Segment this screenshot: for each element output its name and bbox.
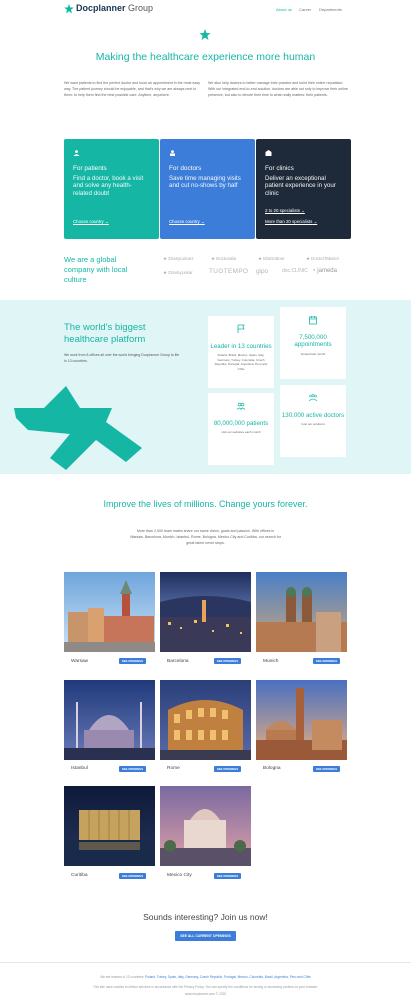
card-title: For clinics xyxy=(265,165,294,172)
hero-title: Making the healthcare experience more hu… xyxy=(95,51,316,63)
docplanner-logo-icon xyxy=(64,4,74,14)
see-openings-istanbul-button[interactable]: SEE OPENINGS xyxy=(119,766,146,772)
see-openings-bologna-button[interactable]: SEE OPENINGS xyxy=(313,766,340,772)
stat-patients: 80,000,000 patients visit our websites e… xyxy=(208,393,274,465)
nav-departments[interactable]: Departments xyxy=(319,7,342,12)
stat-note: booked last month xyxy=(300,351,326,356)
city-photo-istanbul[interactable] xyxy=(64,680,155,760)
card-for-clinics[interactable]: For clinics Deliver an exceptional patie… xyxy=(256,139,351,239)
card-for-patients[interactable]: For patients Find a doctor, book a visit… xyxy=(64,139,159,239)
stat-countries: Leader in 13 countries Poland, Brazil, M… xyxy=(208,316,274,388)
clinic-icon xyxy=(265,150,272,156)
city-name-munich: Munich xyxy=(263,659,279,664)
stat-value: 130,000 active doctors xyxy=(281,412,345,419)
nav-career[interactable]: Career xyxy=(299,7,311,12)
city-name-istanbul: Istanbul xyxy=(71,766,88,771)
logo-znamylekar: ★ ZnamyLekar xyxy=(163,270,193,275)
card-desc: Deliver an exceptional patient experienc… xyxy=(265,175,336,197)
platform-title: The world's biggest healthcare platform xyxy=(64,322,146,346)
careers-title: Improve the lives of millions. Change yo… xyxy=(103,499,308,509)
city-name-curitiba: Curitiba xyxy=(71,873,88,878)
patients-icon xyxy=(236,402,246,411)
global-company-title: We are a global company with local cultu… xyxy=(64,255,128,284)
city-photo-rome[interactable] xyxy=(160,680,251,760)
city-photo-curitiba[interactable] xyxy=(64,786,155,866)
footer-divider xyxy=(0,962,411,963)
choose-country-link[interactable]: Choose country ⌄ xyxy=(73,219,109,225)
footer-countries-links[interactable]: Poland, Turkey, Spain, Italy, Germany, C… xyxy=(145,975,311,979)
logo-znanylekarz: ★ ZnanyLekarz xyxy=(163,256,194,261)
see-openings-warsaw-button[interactable]: SEE OPENINGS xyxy=(119,658,146,664)
city-name-bologna: Bologna xyxy=(263,766,281,771)
nav-about-us[interactable]: About us xyxy=(276,7,292,12)
card-title: For patients xyxy=(73,165,107,172)
doctors-icon xyxy=(308,394,318,402)
see-all-openings-button[interactable]: SEE ALL CURRENT OPENINGS xyxy=(175,931,236,941)
choose-country-link[interactable]: Choose country ⌄ xyxy=(169,219,205,225)
big-star-decoration-icon xyxy=(14,386,142,470)
stat-note: trust our solutions xyxy=(301,422,325,427)
city-photo-bologna[interactable] xyxy=(256,680,347,760)
logo-jameda: ◔ jameda xyxy=(312,268,337,274)
city-photo-barcelona[interactable] xyxy=(160,572,251,652)
stat-value: Leader in 13 countries xyxy=(210,343,272,350)
see-openings-rome-button[interactable]: SEE OPENINGS xyxy=(214,766,241,772)
stat-note: visit our websites each month xyxy=(221,430,261,435)
footer-cookies-text: This site uses cookies to deliver servic… xyxy=(92,985,319,989)
calendar-icon xyxy=(309,316,317,325)
footer-countries: We are leaders in 13 countries: Poland, … xyxy=(100,975,311,979)
city-name-mexico-city: Mexico City xyxy=(167,873,192,878)
see-openings-curitiba-button[interactable]: SEE OPENINGS xyxy=(119,873,146,879)
city-name-rome: Rome xyxy=(167,766,180,771)
city-name-barcelona: Barcelona xyxy=(167,659,189,664)
small-clinics-link[interactable]: 2 to 20 specialists ⌄ xyxy=(265,208,305,214)
user-icon xyxy=(73,150,80,156)
card-title: For doctors xyxy=(169,165,202,172)
logo-docclinic: doc.CLINIC xyxy=(282,268,308,274)
flag-icon xyxy=(237,324,245,333)
brand-name[interactable]: Docplanner Group xyxy=(76,3,153,13)
logo-doctortakvimi: ★ DoctorTakvimi xyxy=(306,256,339,261)
platform-desc: We work from 8 offices all over the worl… xyxy=(64,353,180,363)
city-name-warsaw: Warsaw xyxy=(71,659,89,664)
logo-miodottore: ★ MioDottore xyxy=(258,256,285,261)
join-title: Sounds interesting? Join us now! xyxy=(143,912,268,922)
see-openings-mexico-city-button[interactable]: SEE OPENINGS xyxy=(214,873,241,879)
card-for-doctors[interactable]: For doctors Save time managing visits an… xyxy=(160,139,255,239)
see-openings-barcelona-button[interactable]: SEE OPENINGS xyxy=(214,658,241,664)
intro-right-text: We also help doctors to better manage th… xyxy=(208,81,348,98)
stat-value: 80,000,000 patients xyxy=(213,420,269,427)
stat-value: 7,500,000 appointments xyxy=(294,334,332,349)
city-photo-warsaw[interactable] xyxy=(64,572,155,652)
doctor-icon xyxy=(170,150,175,156)
card-desc: Save time managing visits and cut no-sho… xyxy=(169,175,241,190)
large-clinics-link[interactable]: More than 20 specialists ⌄ xyxy=(265,219,317,225)
logo-tuotempo: TUOTEMPO xyxy=(209,268,249,275)
star-icon xyxy=(199,29,211,40)
logo-gipo: gipo xyxy=(256,268,269,275)
footer-copyright: www.docplanner.com © 2020 xyxy=(184,992,227,996)
intro-left-text: We want patients to find the perfect doc… xyxy=(64,81,200,98)
stat-appointments: 7,500,000 appointments booked last month xyxy=(280,307,346,379)
see-openings-munich-button[interactable]: SEE OPENINGS xyxy=(313,658,340,664)
careers-desc: More than 2,000 team mates share our sam… xyxy=(130,529,281,546)
stat-doctors: 130,000 active doctors trust our solutio… xyxy=(280,385,346,457)
city-photo-mexico-city[interactable] xyxy=(160,786,251,866)
city-photo-munich[interactable] xyxy=(256,572,347,652)
card-desc: Find a doctor, book a visit and solve an… xyxy=(73,175,144,197)
logo-doctoralia: ★ Doctoralia xyxy=(211,256,236,261)
stat-note: Poland, Brazil, Mexico, Spain, Italy, Ge… xyxy=(214,353,268,371)
